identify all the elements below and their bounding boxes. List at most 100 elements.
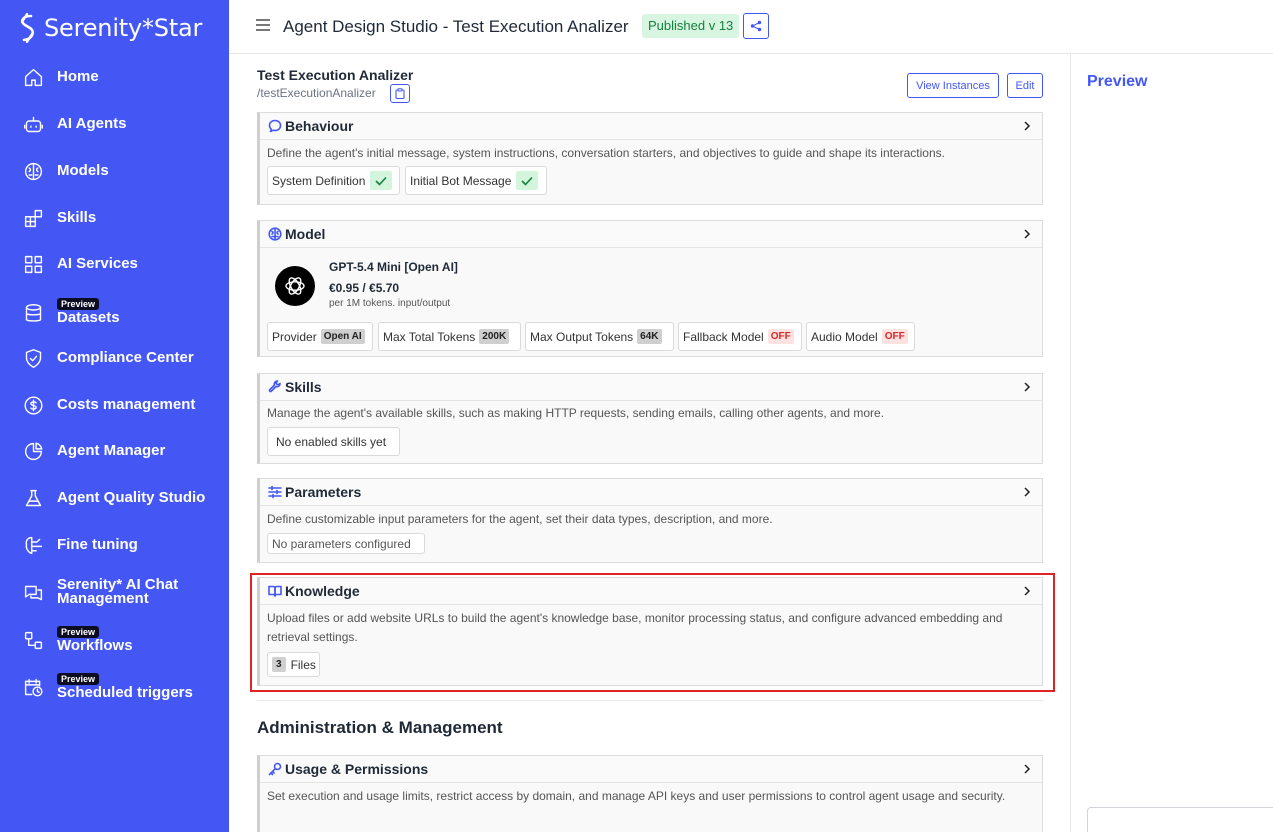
brand-logo[interactable]: Serenity*Star: [16, 12, 202, 44]
card-description: Upload files or add website URLs to buil…: [267, 611, 1003, 644]
chevron-right-icon[interactable]: [1022, 763, 1032, 775]
sidebar-item-label: Home: [57, 68, 99, 85]
sidebar-item-models[interactable]: Models: [0, 160, 229, 182]
sidebar-item-agent-manager[interactable]: Agent Manager: [0, 440, 229, 462]
card-description: Define the agent's initial message, syst…: [267, 146, 945, 160]
sidebar-item-ai-agents[interactable]: AI Agents: [0, 113, 229, 135]
grid-icon: [22, 253, 44, 275]
chat-icon: [22, 582, 44, 604]
sidebar-item-datasets[interactable]: Preview Datasets: [0, 296, 229, 328]
sidebar-item-label: AI Agents: [57, 115, 127, 132]
max-total-tokens-chip: Max Total Tokens 200K: [378, 322, 521, 351]
sidebar-item-label: Models: [57, 162, 109, 179]
chevron-right-icon[interactable]: [1022, 486, 1032, 498]
sidebar-item-fine-tuning[interactable]: Fine tuning: [0, 534, 229, 556]
preview-title: Preview: [1087, 73, 1148, 90]
chevron-right-icon[interactable]: [1022, 120, 1032, 132]
sidebar-item-workflows[interactable]: Preview Workflows: [0, 624, 229, 656]
section-divider: [257, 700, 1043, 701]
share-button[interactable]: [743, 13, 769, 39]
card-header[interactable]: Model: [260, 221, 1042, 248]
shield-icon: [22, 347, 44, 369]
audio-model-chip: Audio Model OFF: [806, 322, 915, 351]
skills-card[interactable]: Skills Manage the agent's available skil…: [257, 373, 1043, 464]
fallback-model-chip: Fallback Model OFF: [678, 322, 802, 351]
chevron-right-icon[interactable]: [1022, 228, 1032, 240]
flask-icon: [22, 487, 44, 509]
card-title: Knowledge: [285, 583, 360, 599]
sidebar-item-chat-management[interactable]: Serenity* AI Chat Management: [0, 577, 229, 609]
sidebar-item-label: Agent Manager: [57, 442, 166, 459]
sidebar-item-label: AI Services: [57, 255, 138, 272]
home-icon: [22, 66, 44, 88]
key-icon: [268, 762, 282, 776]
card-title: Model: [285, 226, 326, 242]
sidebar-item-label: Scheduled triggers: [57, 684, 193, 701]
chip-label: Files: [290, 657, 316, 672]
share-icon: [750, 20, 762, 32]
main-content: Test Execution Analizer /testExecutionAn…: [229, 54, 1070, 832]
brain-icon: [268, 227, 282, 241]
sidebar-item-ai-services[interactable]: AI Services: [0, 253, 229, 275]
sidebar-item-home[interactable]: Home: [0, 66, 229, 88]
hamburger-menu-icon[interactable]: [256, 19, 270, 31]
card-title: Parameters: [285, 484, 362, 500]
fine-tuning-icon: [22, 534, 44, 556]
sidebar-item-scheduled-triggers[interactable]: Preview Scheduled triggers: [0, 671, 229, 703]
serenity-logo-icon: [20, 13, 34, 43]
usage-permissions-card[interactable]: Usage & Permissions Set execution and us…: [257, 755, 1043, 832]
sidebar-item-label: Fine tuning: [57, 536, 138, 553]
preview-chat-input[interactable]: [1087, 807, 1273, 832]
card-description: Manage the agent's available skills, suc…: [267, 406, 885, 420]
clipboard-icon: [395, 88, 405, 99]
status-badge: Published v 13: [642, 14, 740, 38]
card-header[interactable]: Behaviour: [260, 113, 1042, 140]
view-instances-button[interactable]: View Instances: [907, 73, 999, 98]
chip-value: 200K: [479, 329, 510, 344]
card-header[interactable]: Parameters: [260, 479, 1042, 506]
card-description: Set execution and usage limits, restrict…: [267, 789, 1006, 803]
top-header: Agent Design Studio - Test Execution Ana…: [229, 0, 1273, 54]
files-count-chip: 3 Files: [267, 652, 320, 677]
page-title: Agent Design Studio - Test Execution Ana…: [283, 17, 629, 36]
initial-bot-message-chip: Initial Bot Message: [405, 166, 547, 195]
book-open-icon: [268, 584, 282, 598]
chip-label: Audio Model: [811, 329, 878, 344]
card-header[interactable]: Usage & Permissions: [260, 756, 1042, 783]
sidebar-item-label: Serenity* AI Chat Management: [57, 576, 179, 607]
chip-value: Open AI: [320, 329, 365, 344]
calendar-clock-icon: [22, 676, 44, 698]
card-header[interactable]: Skills: [260, 374, 1042, 401]
system-definition-chip: System Definition: [267, 166, 400, 195]
check-icon: [516, 171, 539, 190]
card-title: Usage & Permissions: [285, 761, 429, 777]
parameters-card[interactable]: Parameters Define customizable input par…: [257, 478, 1043, 563]
chevron-right-icon[interactable]: [1022, 381, 1032, 393]
chip-label: System Definition: [272, 173, 366, 188]
admin-section-title: Administration & Management: [257, 718, 503, 737]
model-card[interactable]: Model GPT-5.4 Mini [Open AI] €0.95 / €5.…: [257, 220, 1043, 357]
card-header[interactable]: Knowledge: [260, 578, 1042, 605]
model-price-note: per 1M tokens. input/output: [329, 298, 451, 309]
sidebar-item-label: Compliance Center: [57, 349, 194, 366]
sidebar-item-compliance-center[interactable]: Compliance Center: [0, 347, 229, 369]
knowledge-card[interactable]: Knowledge Upload files or add website UR…: [257, 577, 1043, 686]
chip-label: Fallback Model: [683, 329, 764, 344]
database-icon: [22, 302, 44, 324]
edit-button[interactable]: Edit: [1007, 73, 1043, 98]
chevron-right-icon[interactable]: [1022, 585, 1032, 597]
agent-slug: /testExecutionAnalizer: [257, 86, 376, 100]
sidebar-item-skills[interactable]: Skills: [0, 207, 229, 229]
chip-label: Provider: [272, 329, 317, 344]
sliders-icon: [268, 485, 282, 499]
no-skills-chip: No enabled skills yet: [267, 427, 400, 456]
copy-slug-button[interactable]: [390, 84, 410, 103]
behaviour-card[interactable]: Behaviour Define the agent's initial mes…: [257, 112, 1043, 205]
sidebar-item-agent-quality-studio[interactable]: Agent Quality Studio: [0, 487, 229, 509]
card-title: Behaviour: [285, 118, 354, 134]
sidebar-item-costs-management[interactable]: Costs management: [0, 394, 229, 416]
chip-value: 64K: [637, 329, 662, 344]
preview-panel: Preview: [1070, 54, 1273, 832]
chip-label: Max Output Tokens: [530, 329, 634, 344]
files-count: 3: [272, 657, 286, 672]
